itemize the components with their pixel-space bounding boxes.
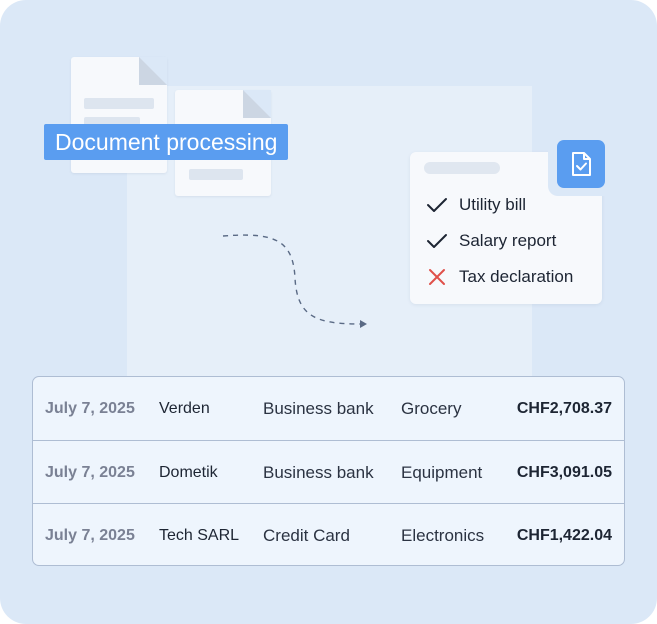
transaction-merchant: Dometik <box>159 464 218 481</box>
table-row[interactable]: July 7, 2025 Verden Business bank Grocer… <box>33 377 624 440</box>
transaction-account: Business bank <box>263 463 374 482</box>
transaction-merchant: Verden <box>159 400 210 417</box>
checklist-item-tax-declaration: Tax declaration <box>426 265 573 289</box>
flow-arrow-icon <box>222 234 367 328</box>
transaction-category: Electronics <box>401 526 485 545</box>
transaction-date: July 7, 2025 <box>45 527 135 544</box>
check-icon <box>426 230 448 252</box>
transactions-table: July 7, 2025 Verden Business bank Grocer… <box>32 376 625 566</box>
table-row[interactable]: July 7, 2025 Dometik Business bank Equip… <box>33 440 624 504</box>
transaction-date: July 7, 2025 <box>45 464 135 481</box>
transaction-category: Equipment <box>401 463 483 482</box>
transaction-merchant: Tech SARL <box>159 527 240 544</box>
page-fold <box>243 90 271 118</box>
page-fold <box>139 57 167 85</box>
transaction-category: Grocery <box>401 399 462 418</box>
checklist-item-label: Tax declaration <box>459 267 574 286</box>
cross-icon <box>426 266 448 288</box>
document-line <box>189 169 243 180</box>
checklist-item-utility-bill: Utility bill <box>426 193 526 217</box>
checklist-item-label: Salary report <box>459 231 557 250</box>
transaction-amount: CHF2,708.37 <box>516 400 612 417</box>
transaction-amount: CHF3,091.05 <box>516 464 612 481</box>
transaction-amount: CHF1,422.04 <box>516 527 612 544</box>
transaction-account: Business bank <box>263 399 374 418</box>
page-title: Document processing <box>44 124 289 160</box>
document-check-icon <box>557 140 605 188</box>
checklist-item-salary-report: Salary report <box>426 229 556 253</box>
table-row[interactable]: July 7, 2025 Tech SARL Credit Card Elect… <box>33 503 624 565</box>
skeleton-line <box>424 162 500 174</box>
checklist-item-label: Utility bill <box>459 195 527 214</box>
transaction-account: Credit Card <box>263 526 350 545</box>
document-line <box>84 98 154 109</box>
check-icon <box>426 194 448 216</box>
transaction-date: July 7, 2025 <box>45 400 135 417</box>
